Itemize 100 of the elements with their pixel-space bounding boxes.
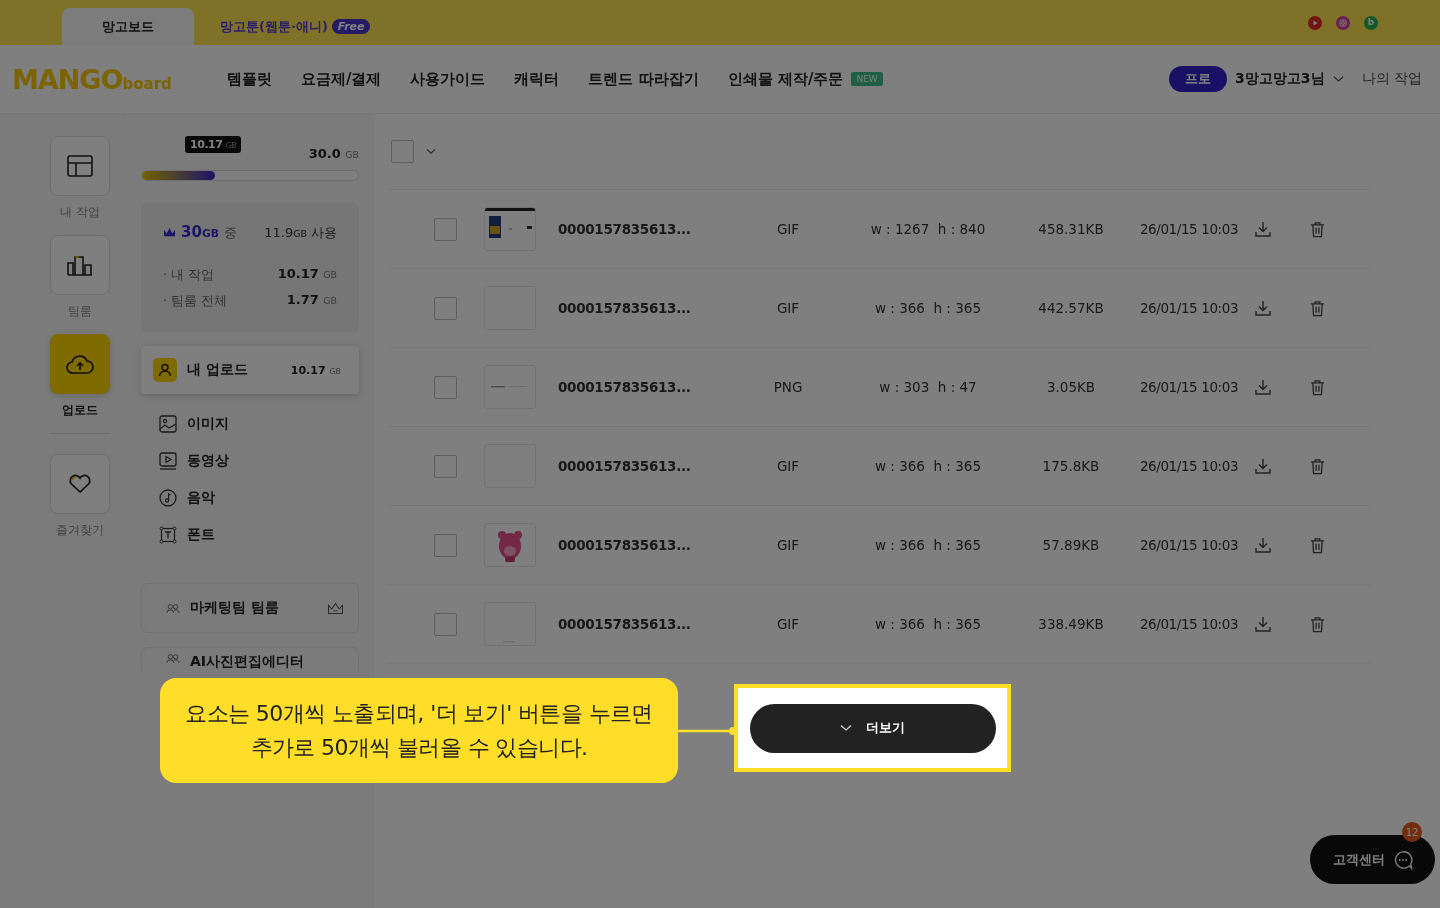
usage-value: 1.77 GB	[286, 292, 337, 309]
nav-link[interactable]: 인쇄물 제작/주문	[727, 69, 844, 89]
file-name: 0000157835613...	[558, 537, 692, 553]
upload-date: 26/01/15 10:03	[1138, 616, 1240, 632]
select-all-checkbox[interactable]	[391, 140, 414, 163]
upload-date: 26/01/15 10:03	[1138, 458, 1240, 474]
download-icon[interactable]	[1254, 299, 1272, 317]
dimensions: w : 366 h : 365	[874, 300, 982, 316]
file-size: 442.57KB	[1037, 300, 1105, 316]
file-size: 338.49KB	[1037, 616, 1105, 632]
free-badge: Free	[331, 19, 371, 34]
upload-date: 26/01/15 10:03	[1138, 300, 1240, 316]
site-tab-label: 망고보드	[102, 17, 154, 36]
upload-date: 26/01/15 10:03	[1138, 379, 1240, 395]
file-size: 57.89KB	[1041, 537, 1101, 553]
heart-icon	[68, 474, 92, 494]
dimensions: w : 366 h : 365	[874, 458, 982, 474]
trash-icon[interactable]	[1310, 378, 1325, 396]
storage-quota: 30GB 중	[181, 223, 238, 242]
site-tab[interactable]: 망고툰(웹툰·애니) Free	[198, 8, 393, 45]
camera-icon[interactable]	[1336, 15, 1350, 30]
row-checkbox[interactable]	[434, 217, 457, 241]
music-icon	[159, 489, 177, 507]
file-size: 458.31KB	[1037, 221, 1105, 237]
my-work-link[interactable]: 나의 작업	[1361, 70, 1422, 88]
media-filter[interactable]: 동영상	[159, 451, 359, 471]
callout-text: 요소는 50개씩 노출되며, '더 보기' 버튼을 누르면	[185, 699, 653, 728]
storage-usage: 11.9GB 사용	[264, 223, 337, 242]
file-type: GIF	[775, 537, 801, 553]
usage-label: · 내 작업	[163, 266, 215, 284]
storage-total: 30.0 GB	[308, 146, 359, 161]
usage-label: · 팀룸 전체	[163, 292, 228, 310]
cloud-upload-icon	[66, 353, 94, 375]
download-icon[interactable]	[1254, 378, 1272, 396]
row-checkbox[interactable]	[434, 533, 457, 557]
customer-center-button[interactable]: 고객센터	[1310, 835, 1435, 884]
user-name[interactable]: 3망고망고3님	[1235, 70, 1325, 88]
site-tab-label: 망고툰(웹툰·애니)	[220, 17, 328, 36]
dimensions: w : 366 h : 365	[874, 616, 982, 632]
file-size: 175.8KB	[1041, 458, 1101, 474]
font-icon	[159, 526, 177, 544]
caret-icon	[840, 724, 852, 732]
nav-link[interactable]: 캐릭터	[514, 69, 560, 89]
row-checkbox[interactable]	[434, 612, 457, 636]
download-icon[interactable]	[1254, 615, 1272, 633]
file-size: 3.05KB	[1045, 379, 1097, 395]
trash-icon[interactable]	[1310, 220, 1325, 238]
media-filter[interactable]: 음악	[159, 488, 359, 508]
media-filter[interactable]: 폰트	[159, 525, 359, 545]
file-type: PNG	[772, 379, 804, 395]
plan-badge: 프로	[1169, 66, 1228, 92]
caret-icon[interactable]	[426, 148, 436, 155]
file-name: 0000157835613...	[558, 300, 692, 316]
trash-icon[interactable]	[1310, 457, 1325, 475]
download-icon[interactable]	[1254, 536, 1272, 554]
dimensions: w : 303 h : 47	[878, 379, 978, 395]
crown-icon	[163, 227, 176, 238]
nav-link[interactable]: 템플릿	[227, 69, 272, 89]
rail-button[interactable]	[50, 334, 110, 394]
dimensions: w : 366 h : 365	[874, 537, 982, 553]
play-icon[interactable]	[1308, 15, 1322, 30]
file-type: GIF	[775, 458, 801, 474]
nav-link[interactable]: 사용가이드	[410, 69, 486, 89]
rail-button[interactable]	[50, 136, 110, 196]
chat-icon	[1392, 849, 1413, 870]
download-icon[interactable]	[1254, 220, 1272, 238]
row-checkbox[interactable]	[434, 375, 457, 399]
download-icon[interactable]	[1254, 457, 1272, 475]
video-icon	[159, 452, 177, 470]
file-name: 0000157835613...	[558, 616, 692, 632]
upload-date: 26/01/15 10:03	[1138, 537, 1240, 553]
row-checkbox[interactable]	[434, 454, 457, 478]
people-icon	[166, 653, 180, 664]
nav-link[interactable]: 요금제/결제	[301, 69, 382, 89]
row-checkbox[interactable]	[434, 296, 457, 320]
upload-date: 26/01/15 10:03	[1138, 221, 1240, 237]
file-name: 0000157835613...	[558, 458, 692, 474]
team-room-item[interactable]: AI사진편집에디터	[141, 647, 359, 671]
file-name: 0000157835613...	[558, 221, 692, 237]
rail-button[interactable]	[50, 235, 110, 295]
media-filter[interactable]: 이미지	[159, 414, 359, 434]
trash-icon[interactable]	[1310, 536, 1325, 554]
caret-icon[interactable]	[1332, 75, 1344, 83]
site-tab[interactable]: 망고보드	[62, 8, 194, 45]
nav-link[interactable]: 트렌드 따라잡기	[588, 69, 699, 89]
person-icon	[153, 358, 177, 382]
file-type: GIF	[775, 300, 801, 316]
layout-icon	[67, 155, 93, 177]
rail-button[interactable]	[50, 454, 110, 514]
dimensions: w : 1267 h : 840	[869, 221, 987, 237]
trash-icon[interactable]	[1310, 615, 1325, 633]
callout-text: 추가로 50개씩 불러올 수 있습니다.	[250, 733, 588, 762]
file-name: 0000157835613...	[558, 379, 692, 395]
usage-value: 10.17 GB	[277, 266, 337, 283]
file-type: GIF	[775, 221, 801, 237]
trash-icon[interactable]	[1310, 299, 1325, 317]
team-room-item[interactable]: 마케팅팀 팀룸	[141, 583, 359, 633]
more-button[interactable]: 더보기	[749, 703, 996, 753]
new-badge: NEW	[851, 72, 883, 86]
rail-label: 업로드	[62, 402, 98, 419]
